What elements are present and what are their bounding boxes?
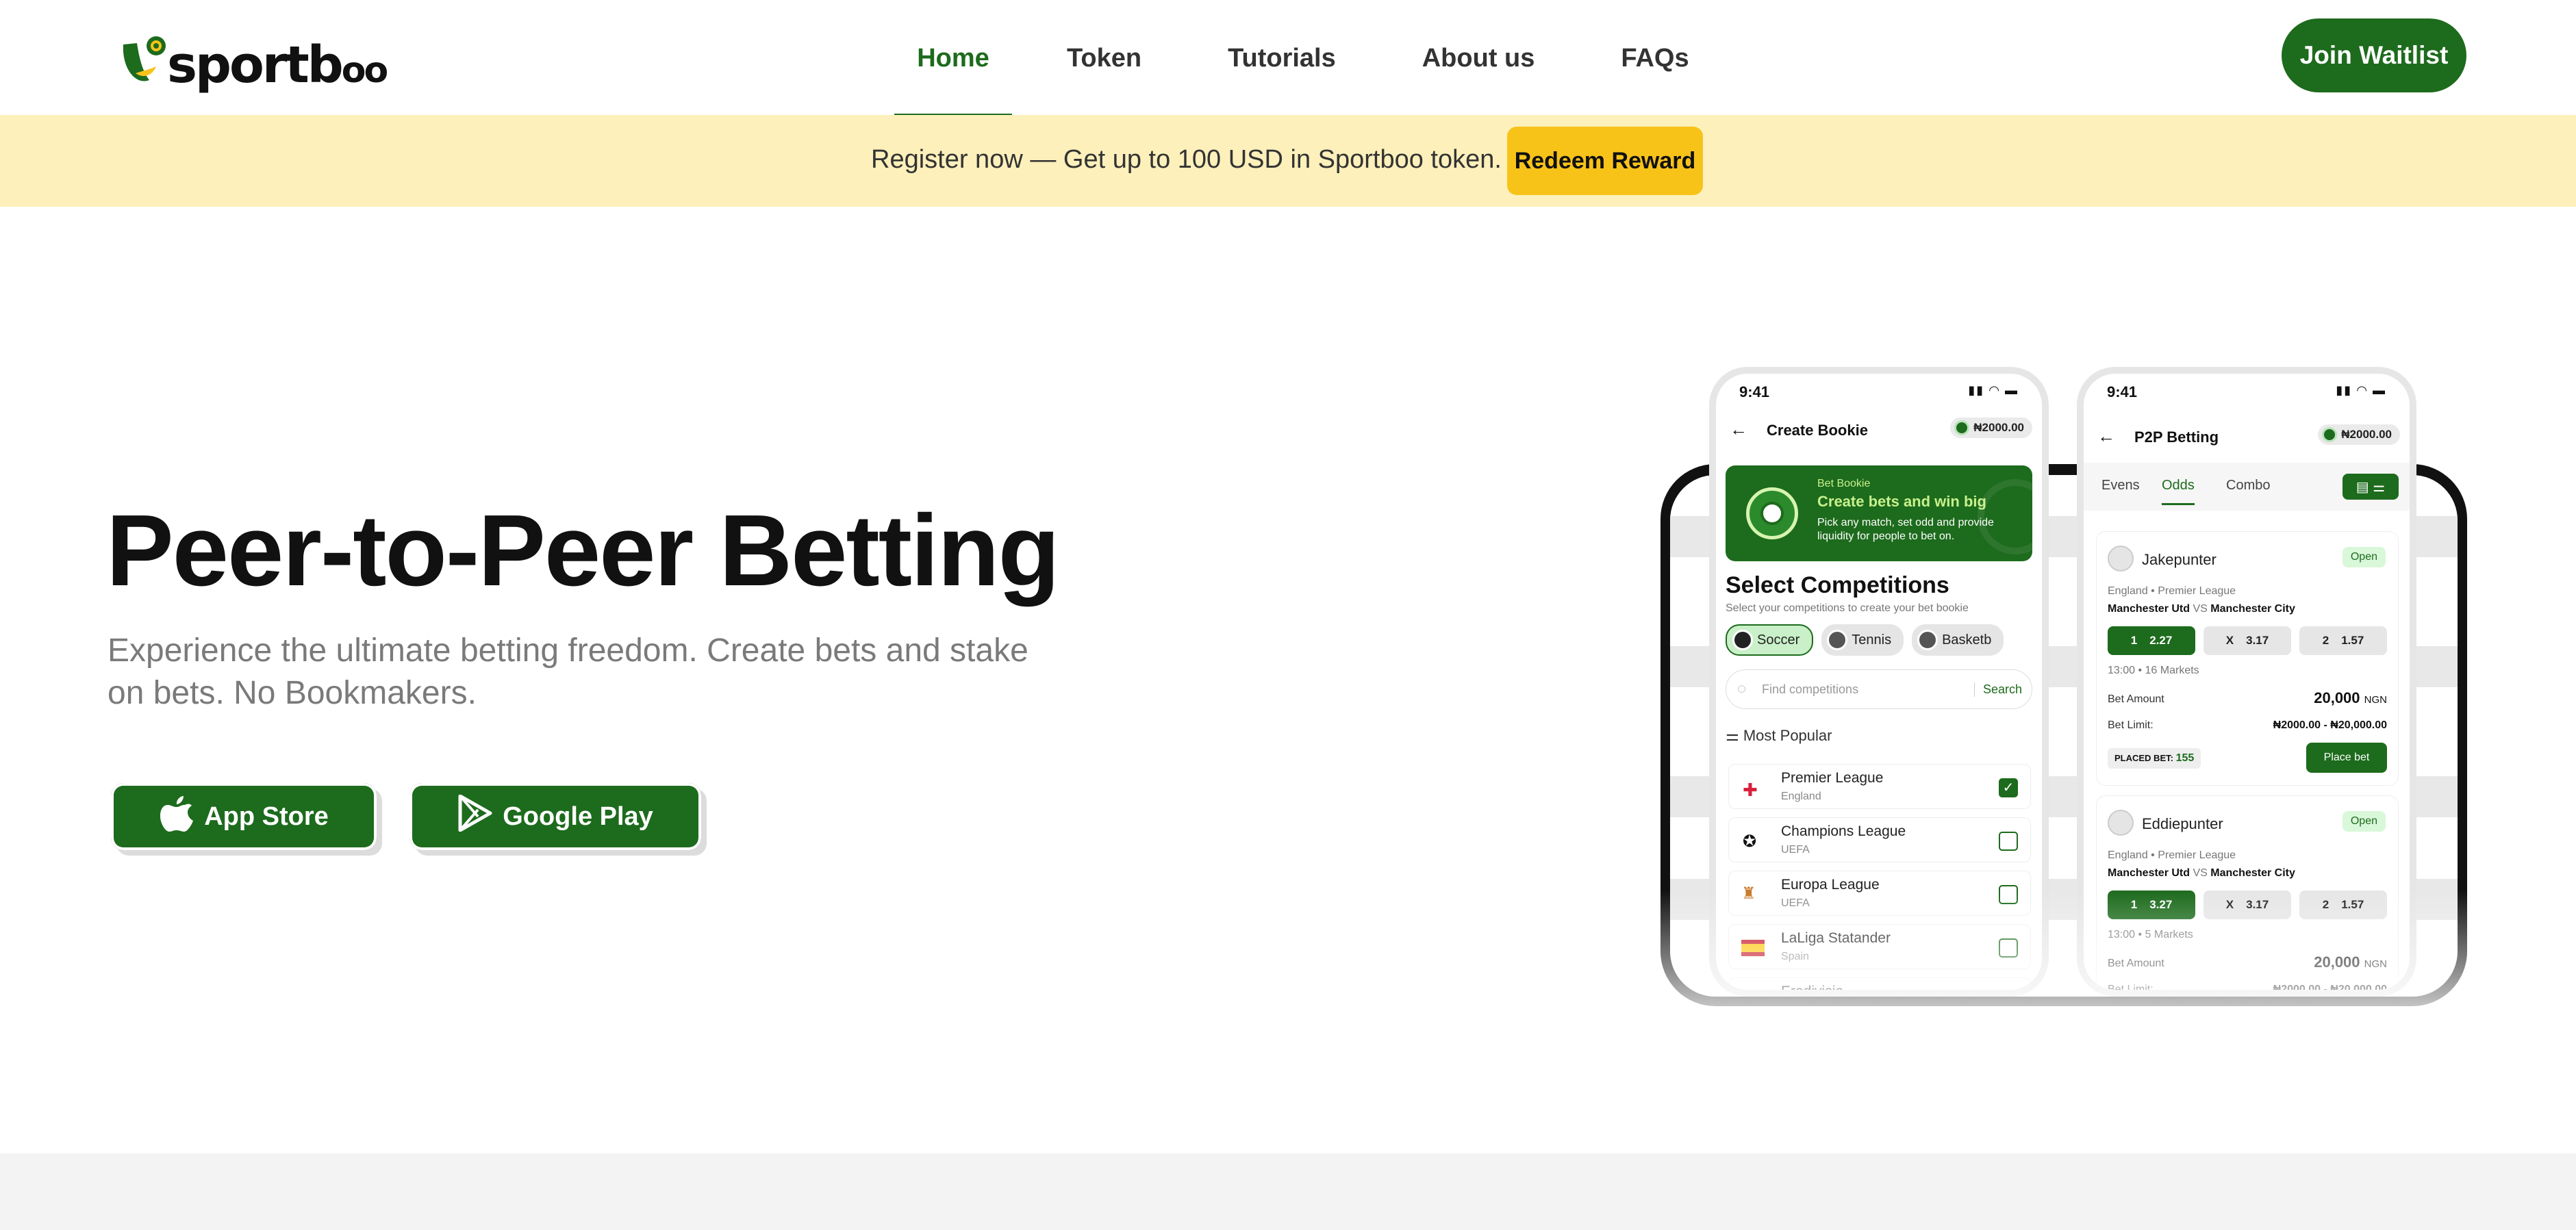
- avatar: [2108, 546, 2134, 572]
- bet-tabs: Evens Odds Combo ▤ ⚌: [2084, 463, 2410, 511]
- spinner-icon: ◌: [1737, 680, 1747, 697]
- logo-mark-icon: [116, 31, 171, 92]
- chip-tennis[interactable]: Tennis: [1821, 624, 1904, 656]
- banner-text: Register now — Get up to 100 USD in Spor…: [871, 145, 1502, 174]
- odd-button[interactable]: 1 2.27: [2108, 626, 2195, 655]
- tab-evens[interactable]: Evens: [2101, 478, 2140, 494]
- phone-create-bookie: 9:41 ▮▮ ◠ ▬ ← Create Bookie ₦2000.00 Bet…: [1709, 367, 2049, 997]
- screen-title: Create Bookie: [1767, 422, 1868, 439]
- phone-p2p-betting: 9:41 ▮▮ ◠ ▬ ← P2P Betting ₦2000.00 Evens…: [2077, 367, 2416, 997]
- balance-pill[interactable]: ₦2000.00: [1950, 418, 2032, 438]
- chip-basketball[interactable]: Basketb: [1912, 624, 2004, 656]
- back-arrow-icon[interactable]: ←: [1730, 419, 1747, 440]
- google-play-icon: [457, 794, 493, 838]
- nav-token[interactable]: Token: [1067, 0, 1141, 116]
- soccer-ball-icon: [1746, 487, 1798, 539]
- checkbox[interactable]: [1999, 992, 2018, 997]
- nav-faqs[interactable]: FAQs: [1621, 0, 1689, 116]
- bet-card[interactable]: Jakepunter Open England • Premier League…: [2096, 531, 2399, 786]
- app-store-button[interactable]: App Store: [111, 783, 377, 850]
- place-bet-button[interactable]: Place bet: [2306, 743, 2387, 773]
- next-section-band: [0, 1153, 2576, 1230]
- competition-row[interactable]: ♜ Europa League UEFA: [1728, 871, 2031, 916]
- nav-about-us[interactable]: About us: [1422, 0, 1535, 116]
- chip-soccer[interactable]: Soccer: [1726, 624, 1814, 656]
- spain-flag-icon: [1741, 940, 1765, 956]
- competition-search: ◌ Find competitions Search: [1726, 669, 2032, 709]
- odd-button[interactable]: 1 3.27: [2108, 891, 2195, 919]
- placed-bet-badge: PLACED BET: 155: [2108, 748, 2201, 769]
- balance-pill[interactable]: ₦2000.00: [2318, 424, 2400, 445]
- odd-button[interactable]: X 3.17: [2204, 626, 2291, 655]
- checkbox[interactable]: [1999, 832, 2018, 851]
- competition-row[interactable]: Eredivisie: [1728, 977, 2031, 997]
- sportboo-logo[interactable]: sportboo: [116, 27, 388, 96]
- filter-row[interactable]: ⚌ Most Popular: [1726, 727, 1832, 745]
- hero-subtitle: Experience the ultimate betting freedom.…: [108, 632, 1028, 711]
- ucl-ball-icon: ✪: [1743, 832, 1757, 851]
- hero-title: Peer-to-Peer Betting: [106, 494, 1060, 607]
- checkbox[interactable]: [1999, 938, 2018, 958]
- join-waitlist-button[interactable]: Join Waitlist: [2282, 18, 2466, 92]
- status-badge: Open: [2342, 811, 2386, 832]
- checkbox[interactable]: [1999, 885, 2018, 904]
- search-button[interactable]: Search: [1973, 682, 2022, 697]
- odd-button[interactable]: X 3.17: [2204, 891, 2291, 919]
- section-subtitle: Select your competitions to create your …: [1726, 602, 1969, 614]
- section-title: Select Competitions: [1726, 572, 1949, 598]
- competition-row[interactable]: LaLiga Statander Spain: [1728, 924, 2031, 969]
- main-nav: Home Token Tutorials About us FAQs: [894, 0, 1689, 116]
- status-badge: Open: [2342, 547, 2386, 567]
- competition-row[interactable]: ✚ Premier League England ✓: [1728, 764, 2031, 809]
- status-icons: ▮▮ ◠ ▬: [2336, 383, 2386, 397]
- odd-button[interactable]: 2 1.57: [2299, 626, 2387, 655]
- promo-card[interactable]: Bet Bookie Create bets and win big Pick …: [1726, 465, 2032, 561]
- filter-toggle-icon[interactable]: ▤ ⚌: [2343, 474, 2399, 500]
- status-icons: ▮▮ ◠ ▬: [1968, 383, 2019, 397]
- competition-row[interactable]: ✪ Champions League UEFA: [1728, 817, 2031, 862]
- google-play-button[interactable]: Google Play: [409, 783, 701, 850]
- google-play-label: Google Play: [503, 802, 653, 831]
- promo-banner: Register now — Get up to 100 USD in Spor…: [0, 115, 2576, 207]
- app-store-label: App Store: [204, 802, 329, 831]
- bet-card[interactable]: Eddiepunter Open England • Premier Leagu…: [2096, 795, 2399, 990]
- england-flag-icon: ✚: [1743, 780, 1758, 800]
- tab-odds[interactable]: Odds: [2162, 478, 2195, 505]
- avatar: [2108, 810, 2134, 836]
- odd-button[interactable]: 2 1.57: [2299, 891, 2387, 919]
- europa-trophy-icon: ♜: [1741, 884, 1756, 903]
- tab-combo[interactable]: Combo: [2226, 478, 2270, 494]
- back-arrow-icon[interactable]: ←: [2097, 426, 2115, 447]
- site-header: sportboo Home Token Tutorials About us F…: [0, 0, 2576, 116]
- logo-wordmark: sportboo: [167, 36, 388, 94]
- screen-title: P2P Betting: [2134, 428, 2219, 446]
- nav-home[interactable]: Home: [894, 0, 1012, 116]
- checkbox-checked[interactable]: ✓: [1999, 778, 2018, 797]
- search-input[interactable]: Find competitions: [1762, 682, 1858, 697]
- sport-chips: Soccer Tennis Basketb: [1726, 624, 2004, 656]
- status-bar: 9:41 ▮▮ ◠ ▬: [1739, 383, 2019, 400]
- redeem-reward-button[interactable]: Redeem Reward: [1507, 127, 1703, 195]
- sliders-icon: ⚌: [1726, 727, 1739, 744]
- status-bar: 9:41 ▮▮ ◠ ▬: [2107, 383, 2386, 400]
- nav-tutorials[interactable]: Tutorials: [1228, 0, 1336, 116]
- apple-icon: [159, 793, 194, 840]
